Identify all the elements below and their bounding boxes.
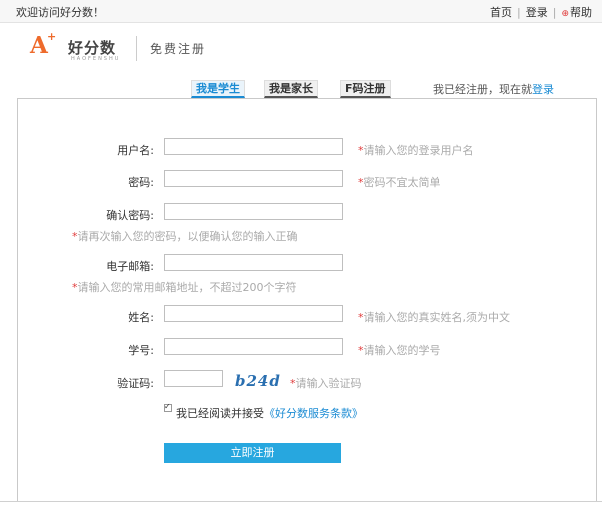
already-text: 我已经注册，现在就	[433, 83, 532, 96]
captcha-image[interactable]: b24d	[235, 372, 281, 390]
logo[interactable]: A +	[30, 30, 56, 59]
footer-divider	[0, 501, 602, 502]
login-link[interactable]: 登录	[526, 6, 548, 19]
username-hint: *请输入您的登录用户名	[358, 142, 474, 158]
student-id-hint-text: 请输入您的学号	[363, 344, 441, 357]
student-id-hint: *请输入您的学号	[358, 342, 441, 358]
terms-link[interactable]: 《好分数服务条款》	[264, 407, 363, 420]
username-hint-text: 请输入您的登录用户名	[363, 144, 474, 157]
welcome-text: 欢迎访问好分数！	[16, 6, 104, 19]
email-hint-text: 请输入您的常用邮箱地址，不超过200个字符	[77, 281, 297, 294]
name-input[interactable]	[164, 305, 343, 322]
email-input[interactable]	[164, 254, 343, 271]
brand-subtitle: HAOFENSHU	[71, 56, 121, 62]
home-link[interactable]: 首页	[490, 6, 512, 19]
student-id-label: 学号:	[128, 344, 154, 357]
password-hint: *密码不宜太简单	[358, 174, 441, 190]
confirm-password-hint-text: 请再次输入您的密码，以便确认您的输入正确	[77, 230, 298, 243]
name-hint: *请输入您的真实姓名,须为中文	[358, 309, 510, 325]
help-icon: ⊕	[561, 9, 569, 19]
help-link[interactable]: 帮助	[570, 6, 592, 19]
email-hint: *请输入您的常用邮箱地址，不超过200个字符	[72, 279, 297, 295]
email-label: 电子邮箱:	[106, 260, 154, 273]
confirm-password-label: 确认密码:	[106, 209, 154, 222]
logo-letter: A	[30, 32, 48, 59]
brand-name: 好分数	[68, 39, 117, 57]
checkmark-icon: ✓	[164, 402, 171, 411]
register-button[interactable]: 立即注册	[164, 443, 341, 463]
name-hint-text: 请输入您的真实姓名,须为中文	[363, 311, 511, 324]
password-hint-text: 密码不宜太简单	[363, 176, 441, 189]
captcha-hint: *请输入验证码	[290, 375, 362, 391]
nav-separator: |	[552, 6, 557, 19]
top-nav: 首页 | 登录 | ⊕帮助	[490, 4, 592, 20]
register-form-card	[17, 98, 597, 502]
tab-student[interactable]: 我是学生	[191, 80, 245, 98]
username-input[interactable]	[164, 138, 343, 155]
password-input[interactable]	[164, 170, 343, 187]
password-label: 密码:	[128, 176, 154, 189]
top-bar: 欢迎访问好分数！ 首页 | 登录 | ⊕帮助	[0, 0, 602, 23]
student-id-input[interactable]	[164, 338, 343, 355]
already-registered: 我已经注册，现在就登录	[433, 81, 554, 97]
captcha-hint-text: 请输入验证码	[295, 377, 362, 390]
nav-separator: |	[517, 6, 521, 19]
logo-plus: +	[47, 30, 57, 43]
tab-parent[interactable]: 我是家长	[264, 80, 318, 98]
confirm-password-hint: *请再次输入您的密码，以便确认您的输入正确	[72, 228, 298, 244]
header-divider	[136, 36, 137, 61]
username-label: 用户名:	[117, 144, 154, 157]
captcha-input[interactable]	[164, 370, 223, 387]
page-title: 免费注册	[150, 42, 207, 56]
tab-fcode[interactable]: F码注册	[340, 80, 391, 98]
confirm-password-input[interactable]	[164, 203, 343, 220]
name-label: 姓名:	[128, 311, 154, 324]
agree-text: 我已经阅读并接受	[176, 407, 264, 420]
already-login-link[interactable]: 登录	[532, 83, 554, 96]
agree-terms: 我已经阅读并接受《好分数服务条款》	[176, 405, 363, 421]
captcha-label: 验证码:	[117, 377, 154, 390]
